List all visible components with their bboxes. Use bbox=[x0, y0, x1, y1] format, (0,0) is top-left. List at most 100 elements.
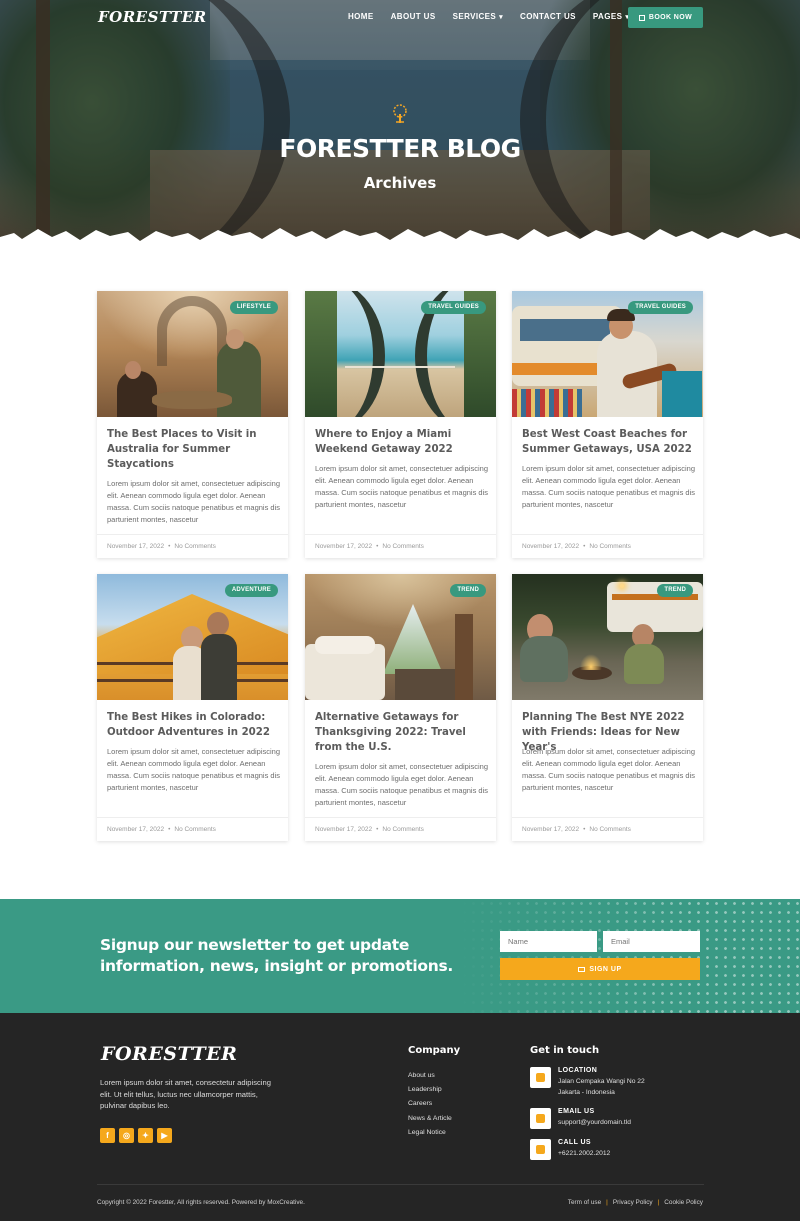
footer-divider bbox=[97, 1184, 704, 1185]
footer-link-about-us[interactable]: About us bbox=[408, 1069, 452, 1083]
post-excerpt: Lorem ipsum dolor sit amet, consectetuer… bbox=[522, 747, 696, 792]
post-image[interactable]: LIFESTYLE bbox=[97, 291, 288, 417]
meta-separator: • bbox=[168, 543, 171, 550]
post-image[interactable]: TRAVEL GUIDES bbox=[512, 291, 703, 417]
meta-separator: • bbox=[168, 826, 171, 833]
post-title[interactable]: The Best Hikes in Colorado: Outdoor Adve… bbox=[107, 710, 282, 740]
page-subtitle: Archives bbox=[363, 174, 437, 192]
category-badge[interactable]: TREND bbox=[450, 584, 486, 597]
dot-pattern-decoration bbox=[460, 899, 800, 1013]
post-title[interactable]: Where to Enjoy a Miami Weekend Getaway 2… bbox=[315, 427, 490, 457]
post-comments[interactable]: No Comments bbox=[174, 543, 216, 550]
post-card[interactable]: TRAVEL GUIDES Where to Enjoy a Miami Wee… bbox=[305, 291, 496, 558]
post-card[interactable]: TRAVEL GUIDES Best West Coast Beaches fo… bbox=[512, 291, 703, 558]
youtube-icon[interactable]: ▶ bbox=[157, 1128, 172, 1143]
footer-link-news-article[interactable]: News & Article bbox=[408, 1112, 452, 1126]
legal-links: Term of use | Privacy Policy | Cookie Po… bbox=[568, 1199, 703, 1206]
nav-services[interactable]: SERVICES ▾ bbox=[453, 12, 503, 21]
post-image[interactable]: TRAVEL GUIDES bbox=[305, 291, 496, 417]
chevron-down-icon: ▾ bbox=[499, 14, 504, 21]
page-title: FORESTTER BLOG bbox=[279, 134, 521, 163]
category-badge[interactable]: TREND bbox=[657, 584, 693, 597]
post-excerpt: Lorem ipsum dolor sit amet, consectetuer… bbox=[107, 479, 281, 524]
post-date: November 17, 2022 bbox=[522, 543, 580, 550]
nav-contact-us[interactable]: CONTACT US bbox=[520, 12, 576, 21]
post-image[interactable]: TREND bbox=[305, 574, 496, 700]
post-meta: November 17, 2022 • No Comments bbox=[97, 817, 288, 841]
post-comments[interactable]: No Comments bbox=[589, 543, 631, 550]
location-value: Jalan Cempaka Wangi No 22 Jakarta - Indo… bbox=[558, 1077, 645, 1098]
nav-home[interactable]: HOME bbox=[348, 12, 374, 21]
legal-separator: | bbox=[657, 1199, 660, 1206]
email-label: EMAIL US bbox=[558, 1108, 595, 1115]
terms-of-use-link[interactable]: Term of use bbox=[568, 1199, 601, 1206]
privacy-policy-link[interactable]: Privacy Policy bbox=[613, 1199, 653, 1206]
sign-up-label: SIGN UP bbox=[589, 965, 622, 973]
hero-banner: FORESTTER HOME ABOUT US SERVICES ▾ CONTAC… bbox=[0, 0, 800, 255]
book-now-label: BOOK NOW bbox=[648, 14, 693, 21]
company-heading: Company bbox=[408, 1045, 461, 1056]
nav-pages[interactable]: PAGES▾ bbox=[593, 12, 629, 21]
post-card[interactable]: TREND Planning The Best NYE 2022 with Fr… bbox=[512, 574, 703, 841]
category-badge[interactable]: ADVENTURE bbox=[224, 584, 278, 597]
location-pin-icon bbox=[530, 1067, 551, 1088]
sign-up-button[interactable]: SIGN UP bbox=[500, 958, 700, 980]
post-meta: November 17, 2022 • No Comments bbox=[305, 534, 496, 558]
footer-link-careers[interactable]: Careers bbox=[408, 1097, 452, 1111]
post-meta: November 17, 2022 • No Comments bbox=[512, 817, 703, 841]
post-image[interactable]: ADVENTURE bbox=[97, 574, 288, 700]
facebook-icon[interactable]: f bbox=[100, 1128, 115, 1143]
call-label: CALL US bbox=[558, 1139, 592, 1146]
post-date: November 17, 2022 bbox=[522, 826, 580, 833]
newsletter-section: Signup our newsletter to get update info… bbox=[0, 899, 800, 1013]
brand-logo[interactable]: FORESTTER bbox=[98, 8, 207, 26]
post-comments[interactable]: No Comments bbox=[589, 826, 631, 833]
meta-separator: • bbox=[583, 543, 586, 550]
post-card[interactable]: ADVENTURE The Best Hikes in Colorado: Ou… bbox=[97, 574, 288, 841]
post-title[interactable]: Best West Coast Beaches for Summer Getaw… bbox=[522, 427, 697, 457]
main-menu: HOME ABOUT US SERVICES ▾ CONTACT US PAGES… bbox=[348, 12, 646, 21]
cookie-policy-link[interactable]: Cookie Policy bbox=[664, 1199, 703, 1206]
instagram-icon[interactable]: ◎ bbox=[119, 1128, 134, 1143]
call-value[interactable]: +6221.2002.2012 bbox=[558, 1149, 610, 1160]
post-excerpt: Lorem ipsum dolor sit amet, consectetuer… bbox=[315, 464, 489, 509]
post-comments[interactable]: No Comments bbox=[382, 543, 424, 550]
category-badge[interactable]: TRAVEL GUIDES bbox=[628, 301, 693, 314]
post-date: November 17, 2022 bbox=[315, 826, 373, 833]
calendar-icon bbox=[638, 14, 645, 21]
envelope-icon bbox=[578, 966, 586, 972]
copyright-text: Copyright © 2022 Forestter, All rights r… bbox=[97, 1199, 305, 1206]
category-badge[interactable]: TRAVEL GUIDES bbox=[421, 301, 486, 314]
category-badge[interactable]: LIFESTYLE bbox=[229, 301, 278, 314]
location-line-2: Jakarta - Indonesia bbox=[558, 1088, 615, 1096]
book-now-button[interactable]: BOOK NOW bbox=[628, 7, 703, 28]
footer-link-legal-notice[interactable]: Legal Notice bbox=[408, 1126, 452, 1140]
footer-link-leadership[interactable]: Leadership bbox=[408, 1083, 452, 1097]
meta-separator: • bbox=[376, 826, 379, 833]
post-excerpt: Lorem ipsum dolor sit amet, consectetuer… bbox=[107, 747, 281, 792]
post-card[interactable]: TREND Alternative Getaways for Thanksgiv… bbox=[305, 574, 496, 841]
hero-brush-edge bbox=[0, 228, 800, 255]
meta-separator: • bbox=[376, 543, 379, 550]
meta-separator: • bbox=[583, 826, 586, 833]
post-image[interactable]: TREND bbox=[512, 574, 703, 700]
twitter-icon[interactable]: ✦ bbox=[138, 1128, 153, 1143]
location-label: LOCATION bbox=[558, 1067, 598, 1074]
post-title[interactable]: Alternative Getaways for Thanksgiving 20… bbox=[315, 710, 490, 755]
post-title[interactable]: The Best Places to Visit in Australia fo… bbox=[107, 427, 282, 472]
newsletter-name-input[interactable] bbox=[500, 931, 597, 952]
nav-about-us[interactable]: ABOUT US bbox=[391, 12, 436, 21]
email-icon bbox=[530, 1108, 551, 1129]
contact-heading: Get in touch bbox=[530, 1045, 600, 1056]
location-line-1: Jalan Cempaka Wangi No 22 bbox=[558, 1078, 645, 1085]
newsletter-email-input[interactable] bbox=[603, 931, 700, 952]
email-value[interactable]: support@yourdomain.tld bbox=[558, 1118, 631, 1129]
post-comments[interactable]: No Comments bbox=[174, 826, 216, 833]
post-comments[interactable]: No Comments bbox=[382, 826, 424, 833]
tree-emblem-icon bbox=[393, 104, 407, 123]
post-date: November 17, 2022 bbox=[107, 543, 165, 550]
footer-logo[interactable]: FORESTTER bbox=[101, 1043, 237, 1065]
post-card[interactable]: LIFESTYLE The Best Places to Visit in Au… bbox=[97, 291, 288, 558]
post-date: November 17, 2022 bbox=[107, 826, 165, 833]
top-navigation: FORESTTER HOME ABOUT US SERVICES ▾ CONTAC… bbox=[0, 0, 800, 36]
